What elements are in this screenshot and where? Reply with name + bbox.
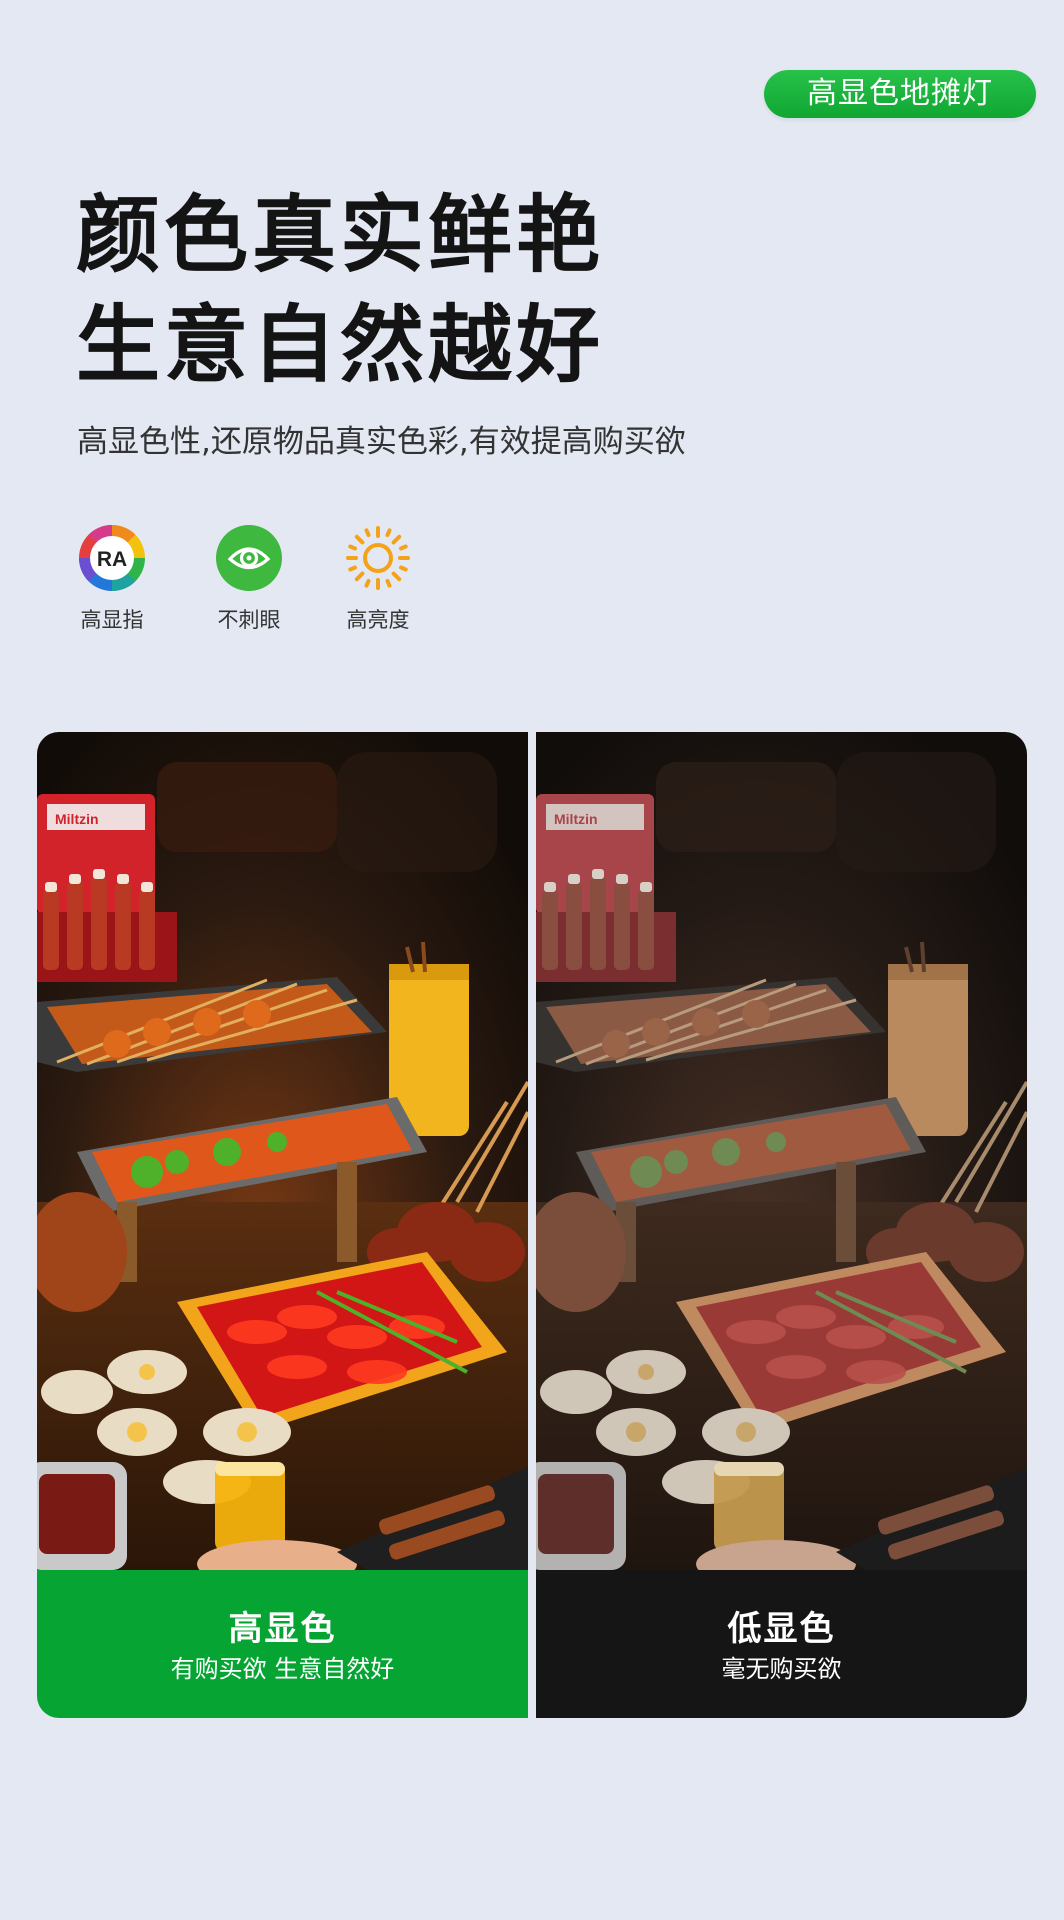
headline: 颜色真实鲜艳 生意自然越好 (76, 180, 604, 400)
high-cri-caption: 高显色 有购买欲 生意自然好 (37, 1570, 528, 1718)
headline-line-2: 生意自然越好 (76, 296, 605, 394)
caption-title: 高显色 (228, 1609, 337, 1649)
subheadline: 高显色性,还原物品真实色彩,有效提高购买欲 (77, 424, 686, 460)
feature-label: 不刺眼 (217, 608, 281, 632)
caption-subtitle: 毫无购买欲 (721, 1655, 842, 1683)
caption-subtitle: 有购买欲 生意自然好 (170, 1655, 395, 1683)
crate-brand-text: Miltzin (55, 811, 99, 827)
ra-badge-text: RA (97, 548, 127, 571)
feature-no-glare: 不刺眼 (213, 524, 285, 634)
headline-line-1: 颜色真实鲜艳 (76, 186, 605, 284)
eye-icon (216, 525, 282, 591)
feature-label: 高显指 (80, 608, 144, 632)
feature-label: 高亮度 (346, 608, 410, 632)
feature-high-brightness: 高亮度 (342, 524, 414, 634)
crate-brand-text: Miltzin (554, 811, 598, 827)
high-cri-panel: Miltzin 高显色 有购买欲 生意自然好 (37, 732, 528, 1718)
comparison-block: Miltzin 高显色 有购买欲 生意自然好 Miltzin 低显色 毫无购买欲 (37, 732, 1027, 1718)
sun-icon (346, 526, 410, 590)
low-cri-panel: Miltzin 低显色 毫无购买欲 (536, 732, 1027, 1718)
low-cri-caption: 低显色 毫无购买欲 (536, 1570, 1027, 1718)
bbq-food-photo-vivid: Miltzin (37, 732, 528, 1570)
bbq-food-photo-dull: Miltzin (536, 732, 1027, 1570)
feature-high-cri: RA 高显指 (76, 524, 148, 634)
product-page: 高显色地摊灯 颜色真实鲜艳 生意自然越好 高显色性,还原物品真实色彩,有效提高购… (0, 0, 1064, 1920)
product-tag: 高显色地摊灯 (764, 70, 1036, 118)
ra-color-wheel-icon: RA (79, 525, 145, 591)
caption-title: 低显色 (727, 1609, 836, 1649)
